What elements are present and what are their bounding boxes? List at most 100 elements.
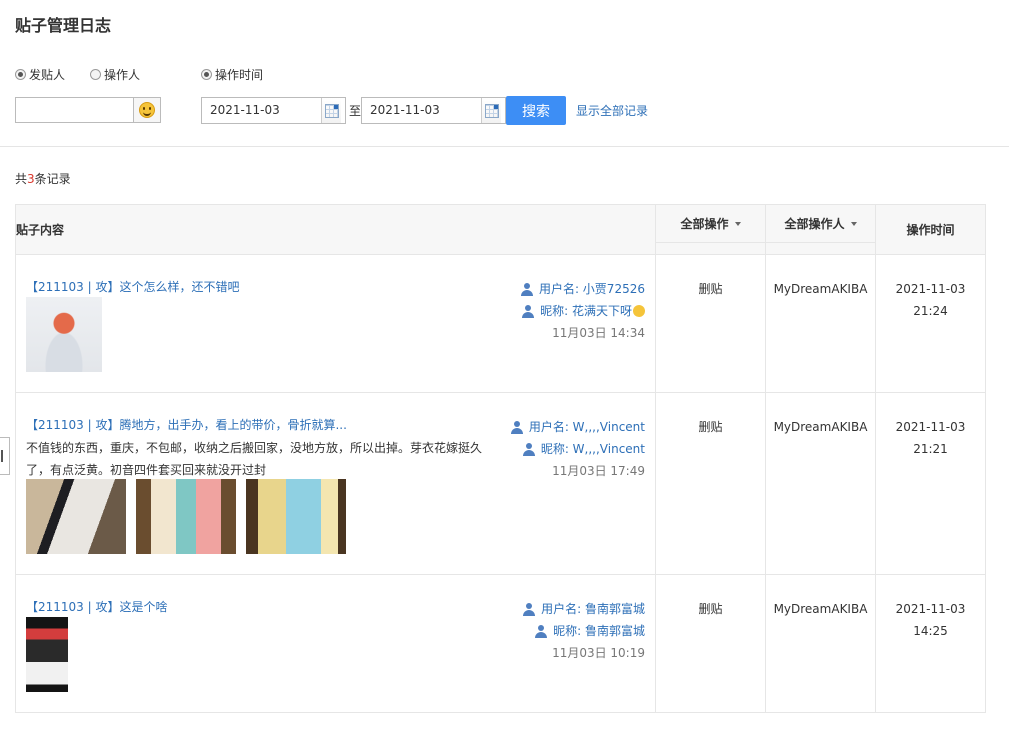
action-filter-dropdown[interactable]: 全部操作 (656, 205, 765, 243)
operator-text: MyDreamAKIBA (773, 282, 868, 296)
action-cell: 删贴 (655, 392, 766, 575)
post-meta: 用户名: W,,,,Vincent 昵称: W,,,,Vincent 11月03… (510, 416, 645, 482)
post-content-cell: 【211103 | 攻】这个怎么样，还不错吧 用户名: 小贾72526 昵称: … (15, 254, 656, 393)
post-image-thumbnail[interactable] (26, 617, 68, 692)
radio-poster-indicator[interactable] (15, 68, 26, 80)
radio-poster[interactable]: 发贴人 (15, 66, 65, 82)
action-text: 删贴 (698, 420, 723, 434)
operator-text: MyDreamAKIBA (773, 420, 868, 434)
post-content-cell: 【211103 | 攻】这是个啥 用户名: 鲁南郭富城 昵称: 鲁南郭富城 11… (15, 574, 656, 713)
username-link[interactable]: 用户名: W,,,,Vincent (510, 416, 645, 438)
op-time-cell: 2021-11-03 14:25 (875, 574, 986, 713)
action-text: 删贴 (698, 602, 723, 616)
laughing-emoji-icon (633, 305, 645, 317)
op-date: 2021-11-03 (895, 282, 966, 296)
post-content-cell: 【211103 | 攻】腾地方，出手办，看上的带价，骨折就算... 不值钱的东西… (15, 392, 656, 575)
post-image-thumbnail[interactable] (26, 297, 102, 372)
calendar-icon (324, 103, 339, 118)
post-meta: 用户名: 鲁南郭富城 昵称: 鲁南郭富城 11月03日 10:19 (523, 598, 645, 664)
op-time-cell: 2021-11-03 21:21 (875, 392, 986, 575)
username-link[interactable]: 用户名: 小贾72526 (520, 278, 645, 300)
nickname-text: 昵称: W,,,,Vincent (540, 442, 645, 456)
nickname-link[interactable]: 昵称: 鲁南郭富城 (523, 620, 645, 642)
header-content: 贴子内容 (15, 204, 656, 255)
header-time: 操作时间 (875, 204, 986, 255)
username-text: 用户名: 鲁南郭富城 (541, 602, 645, 616)
nickname-text: 昵称: 鲁南郭富城 (553, 624, 645, 638)
date-from-calendar-button[interactable] (321, 98, 341, 123)
post-time: 11月03日 17:49 (552, 464, 645, 478)
op-time: 21:24 (913, 304, 948, 318)
page-title: 贴子管理日志 (15, 16, 112, 35)
date-range-separator: 至 (349, 104, 362, 118)
side-collapse-handle[interactable] (0, 437, 10, 475)
show-all-records-link[interactable]: 显示全部记录 (576, 102, 648, 119)
post-time: 11月03日 14:34 (552, 326, 645, 340)
action-text: 删贴 (698, 282, 723, 296)
post-image-thumbnail[interactable] (246, 479, 346, 554)
radio-time-indicator[interactable] (201, 68, 212, 80)
user-icon (522, 304, 535, 318)
op-date: 2021-11-03 (895, 602, 966, 616)
action-cell: 删贴 (655, 574, 766, 713)
table-header-row: 贴子内容 全部操作 全部操作人 操作时间 (15, 204, 986, 255)
radio-operator-label: 操作人 (104, 67, 141, 82)
user-icon (535, 624, 548, 638)
date-to-calendar-button[interactable] (481, 98, 501, 123)
operator-filter-dropdown[interactable]: 全部操作人 (766, 205, 875, 243)
radio-time[interactable]: 操作时间 (201, 66, 263, 82)
record-count-number: 3 (27, 172, 35, 186)
operator-filter-label: 全部操作人 (784, 217, 845, 231)
action-cell: 删贴 (655, 254, 766, 393)
user-icon (520, 282, 533, 296)
header-action: 全部操作 (655, 204, 766, 255)
post-title-link[interactable]: 【211103 | 攻】腾地方，出手办，看上的带价，骨折就算... (26, 416, 347, 433)
post-time: 11月03日 10:19 (552, 646, 645, 660)
emoji-button[interactable] (133, 97, 161, 123)
action-filter-label: 全部操作 (680, 217, 729, 231)
user-icon (522, 442, 535, 456)
username-text: 用户名: W,,,,Vincent (528, 420, 645, 434)
date-to-value: 2021-11-03 (370, 103, 440, 117)
nickname-link[interactable]: 昵称: 花满天下呀 (521, 300, 645, 322)
table-row: 【211103 | 攻】这个怎么样，还不错吧 用户名: 小贾72526 昵称: … (15, 254, 986, 393)
log-table: 贴子内容 全部操作 全部操作人 操作时间 【211103 | 攻】这个怎么样，还… (15, 204, 986, 713)
smile-emoji-icon (139, 102, 155, 118)
operator-cell: MyDreamAKIBA (765, 392, 876, 575)
nickname-text: 昵称: 花满天下呀 (540, 304, 632, 318)
radio-operator-indicator[interactable] (90, 68, 101, 80)
radio-poster-label: 发贴人 (29, 67, 66, 82)
post-title-link[interactable]: 【211103 | 攻】这个怎么样，还不错吧 (26, 278, 239, 295)
header-operator: 全部操作人 (765, 204, 876, 255)
radio-time-label: 操作时间 (215, 67, 264, 82)
operator-text: MyDreamAKIBA (773, 602, 868, 616)
post-title-link[interactable]: 【211103 | 攻】这是个啥 (26, 598, 167, 615)
post-image-thumbnail[interactable] (136, 479, 236, 554)
caret-down-icon (734, 221, 741, 226)
post-meta: 用户名: 小贾72526 昵称: 花满天下呀 11月03日 14:34 (520, 278, 645, 344)
user-icon (510, 420, 523, 434)
username-link[interactable]: 用户名: 鲁南郭富城 (523, 598, 645, 620)
table-row: 【211103 | 攻】腾地方，出手办，看上的带价，骨折就算... 不值钱的东西… (15, 392, 986, 575)
radio-operator[interactable]: 操作人 (90, 66, 140, 82)
table-row: 【211103 | 攻】这是个啥 用户名: 鲁南郭富城 昵称: 鲁南郭富城 11… (15, 574, 986, 713)
nickname-link[interactable]: 昵称: W,,,,Vincent (511, 438, 645, 460)
record-count-suffix: 条记录 (34, 172, 71, 186)
date-from-value: 2021-11-03 (210, 103, 280, 117)
operator-cell: MyDreamAKIBA (765, 254, 876, 393)
caret-down-icon (850, 221, 857, 226)
op-time-cell: 2021-11-03 21:24 (875, 254, 986, 393)
op-date: 2021-11-03 (895, 420, 966, 434)
section-divider (0, 146, 1009, 147)
operator-cell: MyDreamAKIBA (765, 574, 876, 713)
record-count-prefix: 共 (15, 172, 28, 186)
search-button[interactable]: 搜索 (506, 96, 566, 125)
post-image-thumbnail[interactable] (26, 479, 126, 554)
post-body-text: 不值钱的东西，重庆，不包邮，收纳之后搬回家，没地方放，所以出掉。芽衣花嫁挺久了，… (26, 441, 483, 477)
name-input[interactable] (15, 97, 134, 123)
record-count: 共3条记录 (15, 170, 71, 187)
user-icon (523, 602, 536, 616)
username-text: 用户名: 小贾72526 (538, 282, 645, 296)
op-time: 14:25 (913, 624, 948, 638)
op-time: 21:21 (913, 442, 948, 456)
